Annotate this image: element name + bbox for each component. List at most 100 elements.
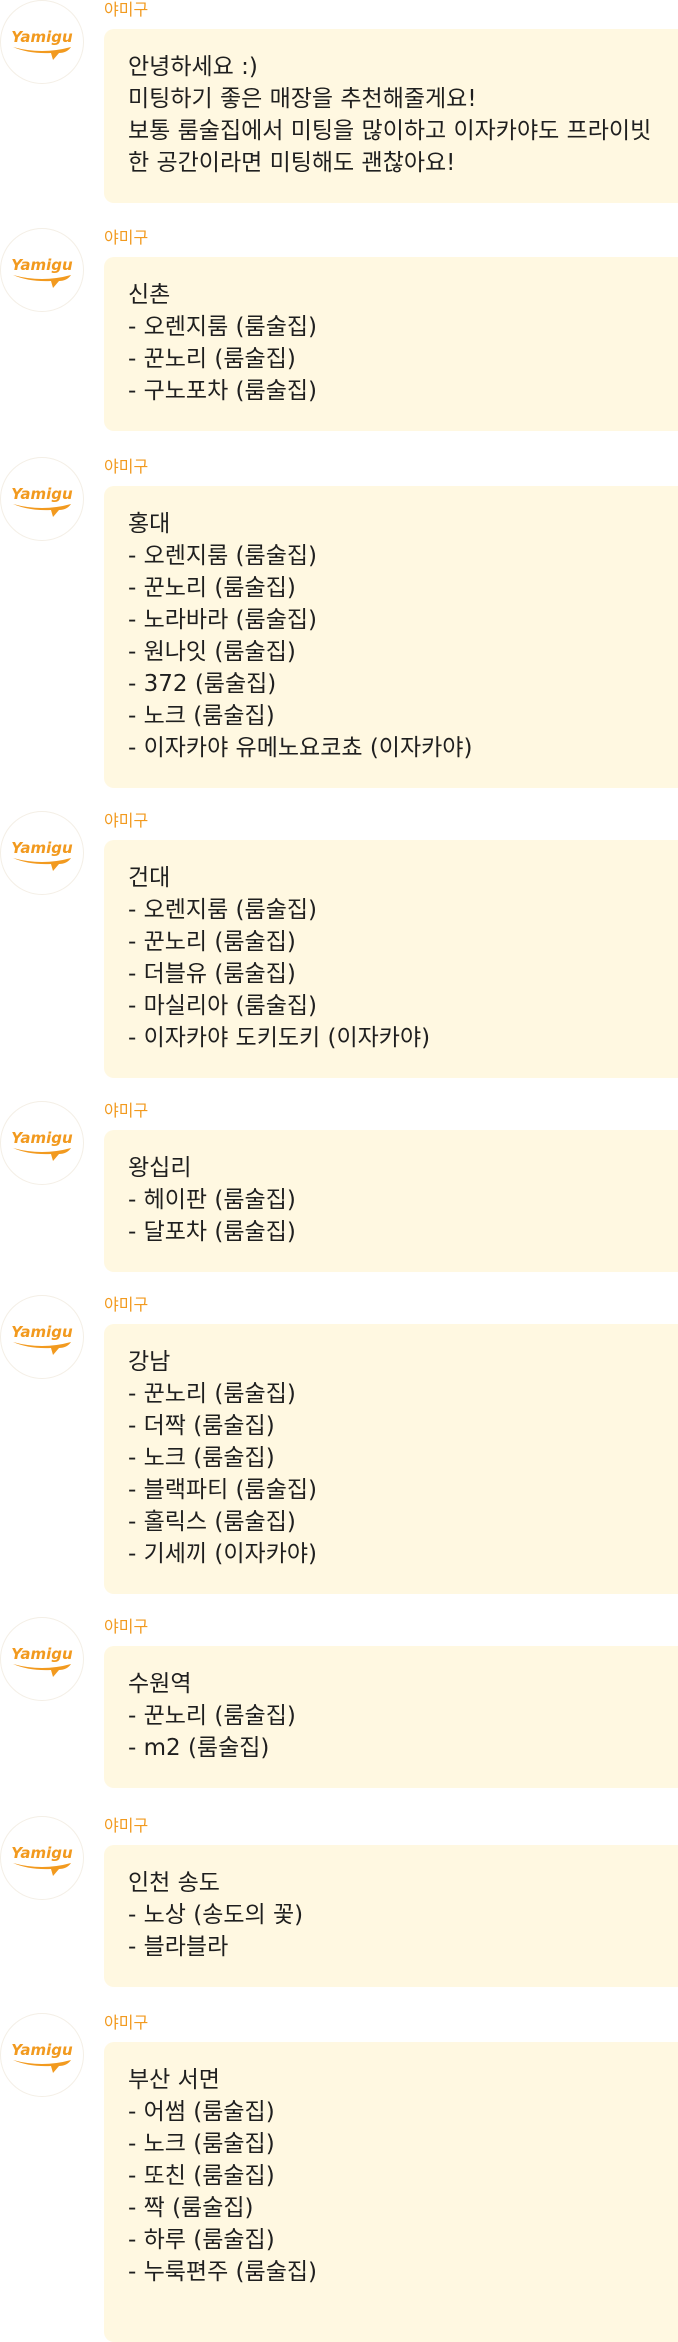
message-line: - 꾼노리 (룸술집): [128, 346, 296, 372]
message-line: - 구노포차 (룸술집): [128, 378, 317, 404]
logo-speech-tail: [13, 858, 71, 871]
yamigu-logo: Yamigu: [11, 485, 73, 517]
chat-message: Yamigu 야미구 부산 서면 - 어썸 (룸술집) - 노크 (룸술집) - 또친 (…: [0, 2013, 678, 2342]
avatar[interactable]: Yamigu: [0, 0, 84, 84]
avatar[interactable]: Yamigu: [0, 457, 84, 541]
message-line: - 어썸 (룸술집): [128, 2099, 275, 2125]
message-line: - 꾼노리 (룸술집): [128, 929, 296, 955]
yamigu-logo: Yamigu: [11, 1844, 73, 1876]
avatar[interactable]: Yamigu: [0, 1295, 84, 1379]
message-line: - 오렌지룸 (룸술집): [128, 897, 317, 923]
chat-message: Yamigu 야미구홍대 - 오렌지룸 (룸술집) - 꾼노리 (룸술집) - 노라바라…: [0, 457, 678, 788]
logo-wordmark: Yamigu: [11, 1323, 73, 1341]
logo-wordmark: Yamigu: [11, 2041, 73, 2059]
message-bubble: 안녕하세요 :) 미팅하기 좋은 매장을 추천해줄게요! 보통 룸술집에서 미팅을 …: [104, 29, 678, 203]
message-line: - 홀릭스 (룸술집): [128, 1509, 296, 1535]
message-heading-line: 신촌: [128, 282, 171, 308]
avatar[interactable]: Yamigu: [0, 228, 84, 312]
logo-wordmark: Yamigu: [11, 1844, 73, 1862]
message-bubble: 수원역 - 꾼노리 (룸술집) - m2 (룸술집): [104, 1646, 678, 1788]
message-heading-line: 건대: [128, 865, 171, 891]
message-line: - 오렌지룸 (룸술집): [128, 543, 317, 569]
message-line: - 달포차 (룸술집): [128, 1219, 296, 1245]
message-line: - 오렌지룸 (룸술집): [128, 314, 317, 340]
sender-name: 야미구: [104, 228, 149, 247]
sender-name: 야미구: [104, 2013, 149, 2032]
message-line: - 블랙파티 (룸술집): [128, 1477, 317, 1503]
sender-name: 야미구: [104, 1816, 149, 1835]
message-line: 미팅하기 좋은 매장을 추천해줄게요!: [128, 86, 477, 112]
message-line: - m2 (룸술집): [128, 1735, 270, 1761]
message-bubble: 왕십리 - 헤이판 (룸술집) - 달포차 (룸술집): [104, 1130, 678, 1272]
logo-speech-tail: [13, 1148, 71, 1161]
logo-speech-tail: [13, 1342, 71, 1355]
logo-speech-tail: [13, 47, 71, 60]
message-bubble: 신촌 - 오렌지룸 (룸술집) - 꾼노리 (룸술집) - 구노포차 (룸술집): [104, 257, 678, 431]
message-line: - 노크 (룸술집): [128, 703, 275, 729]
chat-message: Yamigu 야미구인천 송도 - 노상 (송도의 꽃) - 블라블라: [0, 1816, 678, 1987]
message-line: - 또친 (룸술집): [128, 2163, 275, 2189]
message-line: - 노상 (송도의 꽃): [128, 1902, 304, 1928]
yamigu-logo: Yamigu: [11, 1323, 73, 1355]
logo-speech-tail: [13, 504, 71, 517]
message-heading-line: 왕십리: [128, 1155, 192, 1181]
message-line: - 짝 (룸술집): [128, 2195, 254, 2221]
message-line: - 더블유 (룸술집): [128, 961, 296, 987]
message-bubble: 인천 송도 - 노상 (송도의 꽃) - 블라블라: [104, 1845, 678, 1987]
avatar[interactable]: Yamigu: [0, 1101, 84, 1185]
chat-message: Yamigu 야미구신촌 - 오렌지룸 (룸술집) - 꾼노리 (룸술집) - 구노포차…: [0, 228, 678, 431]
message-line: - 마실리아 (룸술집): [128, 993, 317, 1019]
avatar[interactable]: Yamigu: [0, 1816, 84, 1900]
yamigu-logo: Yamigu: [11, 1645, 73, 1677]
message-heading-line: 안녕하세요 :): [128, 54, 258, 80]
chat-message: Yamigu 야미구건대 - 오렌지룸 (룸술집) - 꾼노리 (룸술집) - 더블유 …: [0, 811, 678, 1078]
message-heading-line: 강남: [128, 1349, 171, 1375]
message-line: - 블라블라: [128, 1934, 229, 1960]
avatar[interactable]: Yamigu: [0, 811, 84, 895]
message-line: - 꾼노리 (룸술집): [128, 575, 296, 601]
yamigu-logo: Yamigu: [11, 1129, 73, 1161]
message-heading-line: 인천 송도: [128, 1870, 220, 1896]
logo-wordmark: Yamigu: [11, 28, 73, 46]
message-line: 한 공간이라면 미팅해도 괜찮아요!: [128, 150, 456, 176]
message-line: - 노크 (룸술집): [128, 2131, 275, 2157]
sender-name: 야미구: [104, 1295, 149, 1314]
logo-wordmark: Yamigu: [11, 1129, 73, 1147]
logo-speech-tail: [13, 275, 71, 288]
chat-message: Yamigu 야미구왕십리 - 헤이판 (룸술집) - 달포차 (룸술집): [0, 1101, 678, 1272]
message-line: - 372 (룸술집): [128, 671, 277, 697]
message-bubble: 강남 - 꾼노리 (룸술집) - 더짝 (룸술집) - 노크 (룸술집) - 블랙파티 …: [104, 1324, 678, 1594]
message-heading-line: 수원역: [128, 1671, 192, 1697]
yamigu-logo: Yamigu: [11, 839, 73, 871]
logo-wordmark: Yamigu: [11, 485, 73, 503]
logo-speech-tail: [13, 1664, 71, 1677]
logo-speech-tail: [13, 2060, 71, 2073]
message-bubble: 건대 - 오렌지룸 (룸술집) - 꾼노리 (룸술집) - 더블유 (룸술집) - 마실…: [104, 840, 678, 1078]
chat-message: Yamigu 야미구강남 - 꾼노리 (룸술집) - 더짝 (룸술집) - 노크 (룸술…: [0, 1295, 678, 1594]
message-line: - 더짝 (룸술집): [128, 1413, 275, 1439]
message-line: - 헤이판 (룸술집): [128, 1187, 296, 1213]
message-line: - 꾼노리 (룸술집): [128, 1381, 296, 1407]
logo-wordmark: Yamigu: [11, 256, 73, 274]
message-line: - 노크 (룸술집): [128, 1445, 275, 1471]
message-line: - 노라바라 (룸술집): [128, 607, 317, 633]
message-heading-line: 홍대: [128, 511, 171, 537]
chat-thread: Yamigu 야미구 안녕하세요 :) 미팅하기 좋은 매장을 추천해줄게요! 보통 룸…: [0, 0, 678, 2342]
message-line: 보통 룸술집에서 미팅을 많이하고 이자카야도 프라이빗: [128, 118, 652, 144]
message-bubble: 부산 서면 - 어썸 (룸술집) - 노크 (룸술집) - 또친 (룸술집) - 짝 (…: [104, 2042, 678, 2342]
logo-wordmark: Yamigu: [11, 1645, 73, 1663]
yamigu-logo: Yamigu: [11, 256, 73, 288]
sender-name: 야미구: [104, 1101, 149, 1120]
sender-name: 야미구: [104, 457, 149, 476]
sender-name: 야미구: [104, 811, 149, 830]
message-line: - 기세끼 (이자카야): [128, 1541, 317, 1567]
message-line: - 꾼노리 (룸술집): [128, 1703, 296, 1729]
message-line: - 이자카야 도키도키 (이자카야): [128, 1025, 431, 1051]
chat-message: Yamigu 야미구수원역 - 꾼노리 (룸술집) - m2 (룸술집): [0, 1617, 678, 1788]
chat-message: Yamigu 야미구안녕하세요 :) 미팅하기 좋은 매장을 추천해줄게요! 보통 룸…: [0, 0, 678, 203]
avatar[interactable]: Yamigu: [0, 1617, 84, 1701]
avatar[interactable]: Yamigu: [0, 2013, 84, 2097]
sender-name: 야미구: [104, 1617, 149, 1636]
logo-wordmark: Yamigu: [11, 839, 73, 857]
sender-name: 야미구: [104, 0, 149, 19]
